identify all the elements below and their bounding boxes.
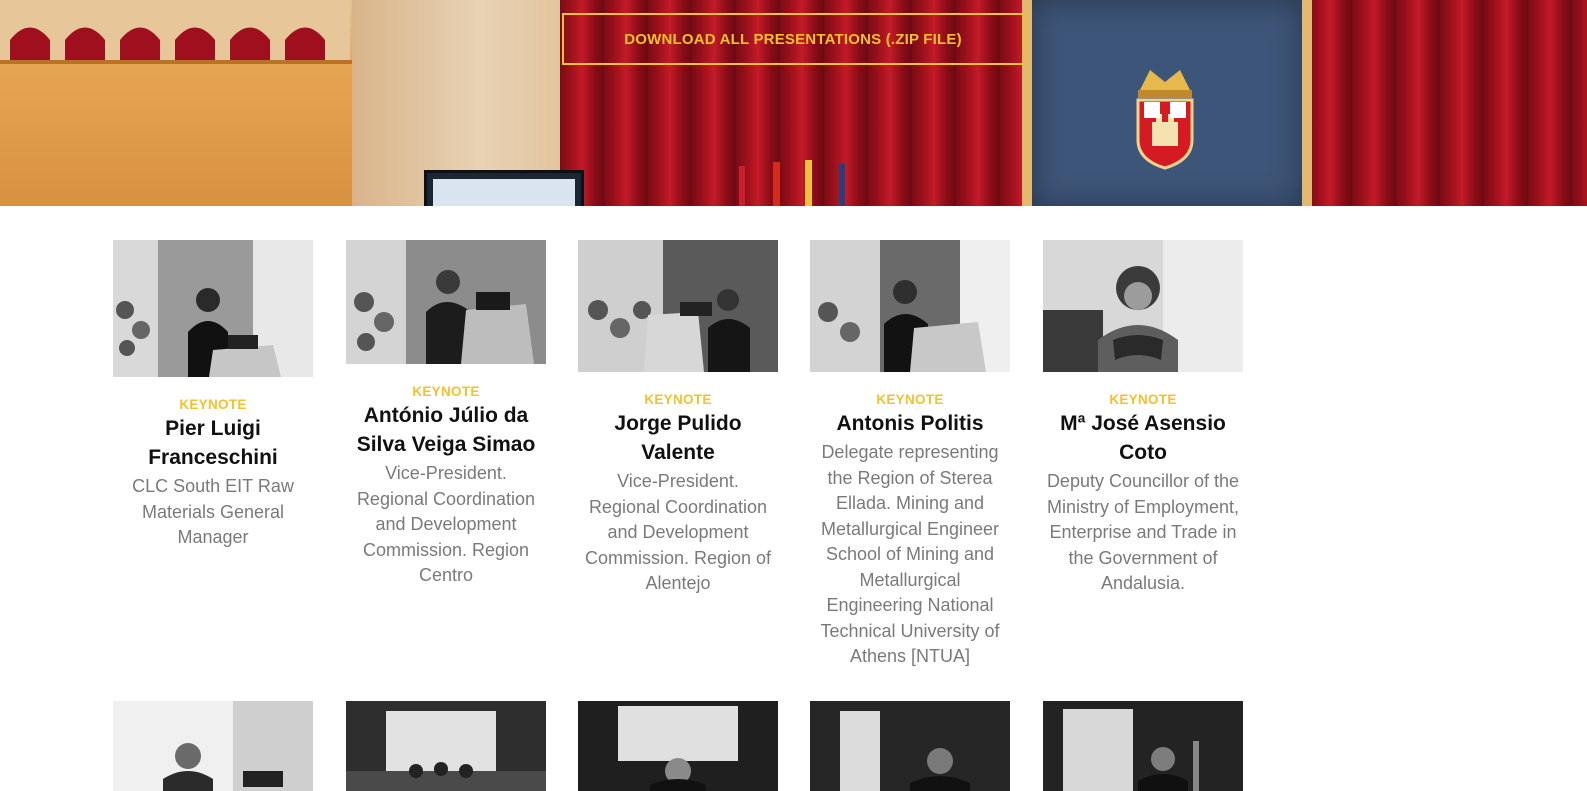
speaker-role: Deputy Councillor of the Ministry of Emp… (1046, 471, 1240, 593)
hero-banner: DOWNLOAD ALL PRESENTATIONS (.ZIP FILE) (0, 0, 1587, 206)
speaker-photo[interactable] (346, 701, 546, 791)
flags (739, 160, 845, 206)
speaker-role: Vice-President. Regional Coordination an… (356, 463, 536, 585)
speaker-role: Delegate representing the Region of Ster… (820, 442, 1000, 666)
speaker-photo[interactable] (113, 701, 313, 791)
speaker-name[interactable]: Mª José Asensio Coto (1043, 409, 1243, 467)
coat-of-arms-icon (1136, 70, 1194, 170)
hero-balcony (0, 60, 352, 206)
speaker-card[interactable]: KEYNOTE Pier Luigi Franceschini CLC Sout… (113, 240, 313, 551)
speaker-photo (346, 240, 546, 364)
speaker-name[interactable]: António Júlio da Silva Veiga Simao (346, 401, 546, 459)
speaker-photo[interactable] (578, 701, 778, 791)
speaker-photo (1043, 240, 1243, 372)
keynote-tag: KEYNOTE (644, 392, 712, 407)
speaker-name[interactable]: Jorge Pulido Valente (578, 409, 778, 467)
keynote-tag: KEYNOTE (876, 392, 944, 407)
speaker-card[interactable]: KEYNOTE Jorge Pulido Valente Vice-Presid… (578, 240, 778, 597)
speaker-photo (113, 240, 313, 377)
keynote-tag: KEYNOTE (1109, 392, 1177, 407)
speaker-photo[interactable] (810, 701, 1010, 791)
speaker-name[interactable]: Pier Luigi Franceschini (113, 414, 313, 472)
speaker-card[interactable]: KEYNOTE Antonis Politis Delegate represe… (810, 240, 1010, 670)
speaker-card[interactable]: KEYNOTE António Júlio da Silva Veiga Sim… (346, 240, 546, 589)
speaker-photo (810, 240, 1010, 372)
speaker-role: CLC South EIT Raw Materials General Mana… (132, 476, 294, 547)
speaker-card[interactable]: KEYNOTE Mª José Asensio Coto Deputy Coun… (1043, 240, 1243, 597)
keynote-tag: KEYNOTE (412, 384, 480, 399)
speakers-grid: KEYNOTE Pier Luigi Franceschini CLC Sout… (0, 206, 1587, 791)
speaker-photo (578, 240, 778, 372)
speaker-role: Vice-President. Regional Coordination an… (584, 471, 772, 593)
download-all-presentations-button[interactable]: DOWNLOAD ALL PRESENTATIONS (.ZIP FILE) (562, 13, 1024, 65)
keynote-tag: KEYNOTE (179, 397, 247, 412)
laptop (424, 170, 584, 206)
speaker-photo[interactable] (1043, 701, 1243, 791)
speaker-name[interactable]: Antonis Politis (810, 409, 1010, 438)
